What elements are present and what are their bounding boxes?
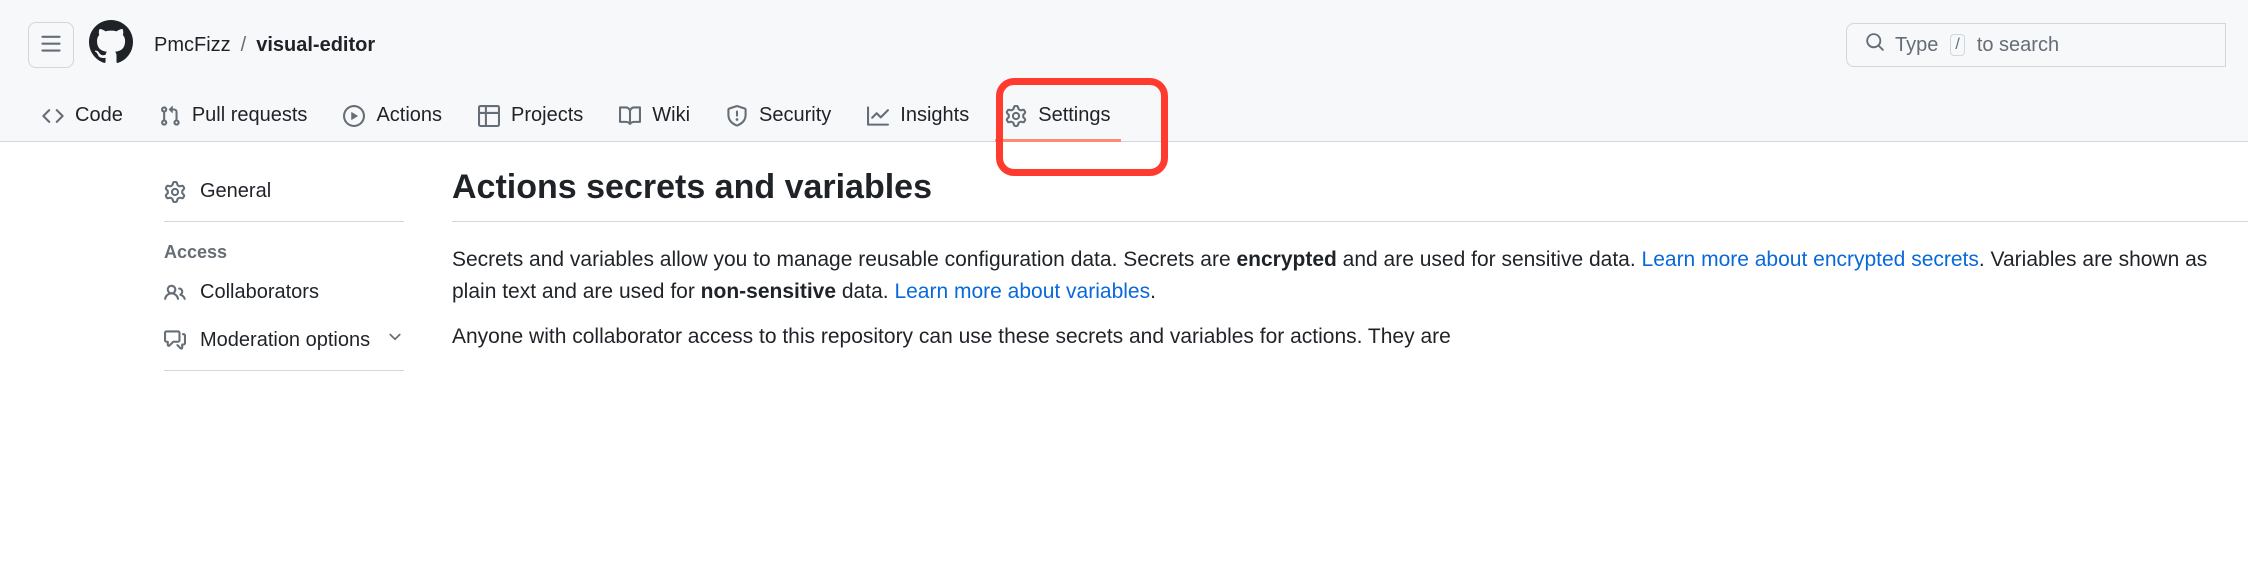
settings-sidebar: General Access Collaborators Moderation … <box>0 142 420 562</box>
book-icon <box>619 105 641 127</box>
pull-request-icon <box>159 105 181 127</box>
gear-icon <box>164 181 186 203</box>
link-variables[interactable]: Learn more about variables <box>894 280 1150 303</box>
sidebar-divider <box>164 221 404 222</box>
breadcrumb-owner[interactable]: PmcFizz <box>154 34 231 57</box>
sidebar-item-collaborators[interactable]: Collaborators <box>148 269 420 316</box>
tab-pull-requests[interactable]: Pull requests <box>147 90 320 141</box>
repo-nav-tabs: Code Pull requests Actions Projects Wiki… <box>0 90 2248 142</box>
comment-discussion-icon <box>164 329 186 351</box>
tab-code[interactable]: Code <box>30 90 135 141</box>
search-icon <box>1865 32 1885 58</box>
tab-projects-label: Projects <box>511 104 583 127</box>
content-area: Actions secrets and variables Secrets an… <box>420 142 2248 562</box>
search-input[interactable]: Type / to search <box>1846 23 2226 67</box>
sidebar-divider <box>164 370 404 371</box>
search-placeholder-post: to search <box>1977 34 2059 57</box>
tab-actions-label: Actions <box>376 104 442 127</box>
tab-insights[interactable]: Insights <box>855 90 981 141</box>
play-circle-icon <box>343 105 365 127</box>
tab-pulls-label: Pull requests <box>192 104 308 127</box>
search-slash-key: / <box>1950 34 1964 56</box>
sidebar-general-label: General <box>200 180 271 203</box>
gear-icon <box>1005 105 1027 127</box>
main-content: General Access Collaborators Moderation … <box>0 142 2248 562</box>
tab-wiki-label: Wiki <box>652 104 690 127</box>
breadcrumb-separator: / <box>241 34 247 57</box>
chevron-down-icon <box>386 328 404 352</box>
graph-icon <box>867 105 889 127</box>
tab-wiki[interactable]: Wiki <box>607 90 702 141</box>
sidebar-section-access: Access <box>148 228 420 269</box>
tab-actions[interactable]: Actions <box>331 90 454 141</box>
github-icon <box>89 20 133 70</box>
hamburger-menu-button[interactable] <box>28 22 74 68</box>
sidebar-moderation-label: Moderation options <box>200 329 370 352</box>
tab-code-label: Code <box>75 104 123 127</box>
tab-security-label: Security <box>759 104 831 127</box>
link-encrypted-secrets[interactable]: Learn more about encrypted secrets <box>1642 248 1979 271</box>
hamburger-icon <box>40 33 62 58</box>
tab-settings-label: Settings <box>1038 104 1110 127</box>
tab-projects[interactable]: Projects <box>466 90 595 141</box>
shield-icon <box>726 105 748 127</box>
people-icon <box>164 282 186 304</box>
tab-settings[interactable]: Settings <box>993 90 1122 141</box>
tab-security[interactable]: Security <box>714 90 843 141</box>
sidebar-item-general[interactable]: General <box>148 168 420 215</box>
code-icon <box>42 105 64 127</box>
header-bar: PmcFizz / visual-editor Type / to search <box>0 0 2248 90</box>
description-paragraph-1: Secrets and variables allow you to manag… <box>452 244 2248 307</box>
page-title: Actions secrets and variables <box>452 168 2248 207</box>
search-placeholder-pre: Type <box>1895 34 1938 57</box>
breadcrumb-repo[interactable]: visual-editor <box>256 34 375 57</box>
sidebar-item-moderation[interactable]: Moderation options <box>148 316 420 364</box>
tab-insights-label: Insights <box>900 104 969 127</box>
content-divider <box>452 221 2248 222</box>
github-logo[interactable] <box>88 22 134 68</box>
sidebar-collaborators-label: Collaborators <box>200 281 319 304</box>
table-icon <box>478 105 500 127</box>
description-paragraph-2: Anyone with collaborator access to this … <box>452 321 2248 353</box>
breadcrumb: PmcFizz / visual-editor <box>154 34 375 57</box>
